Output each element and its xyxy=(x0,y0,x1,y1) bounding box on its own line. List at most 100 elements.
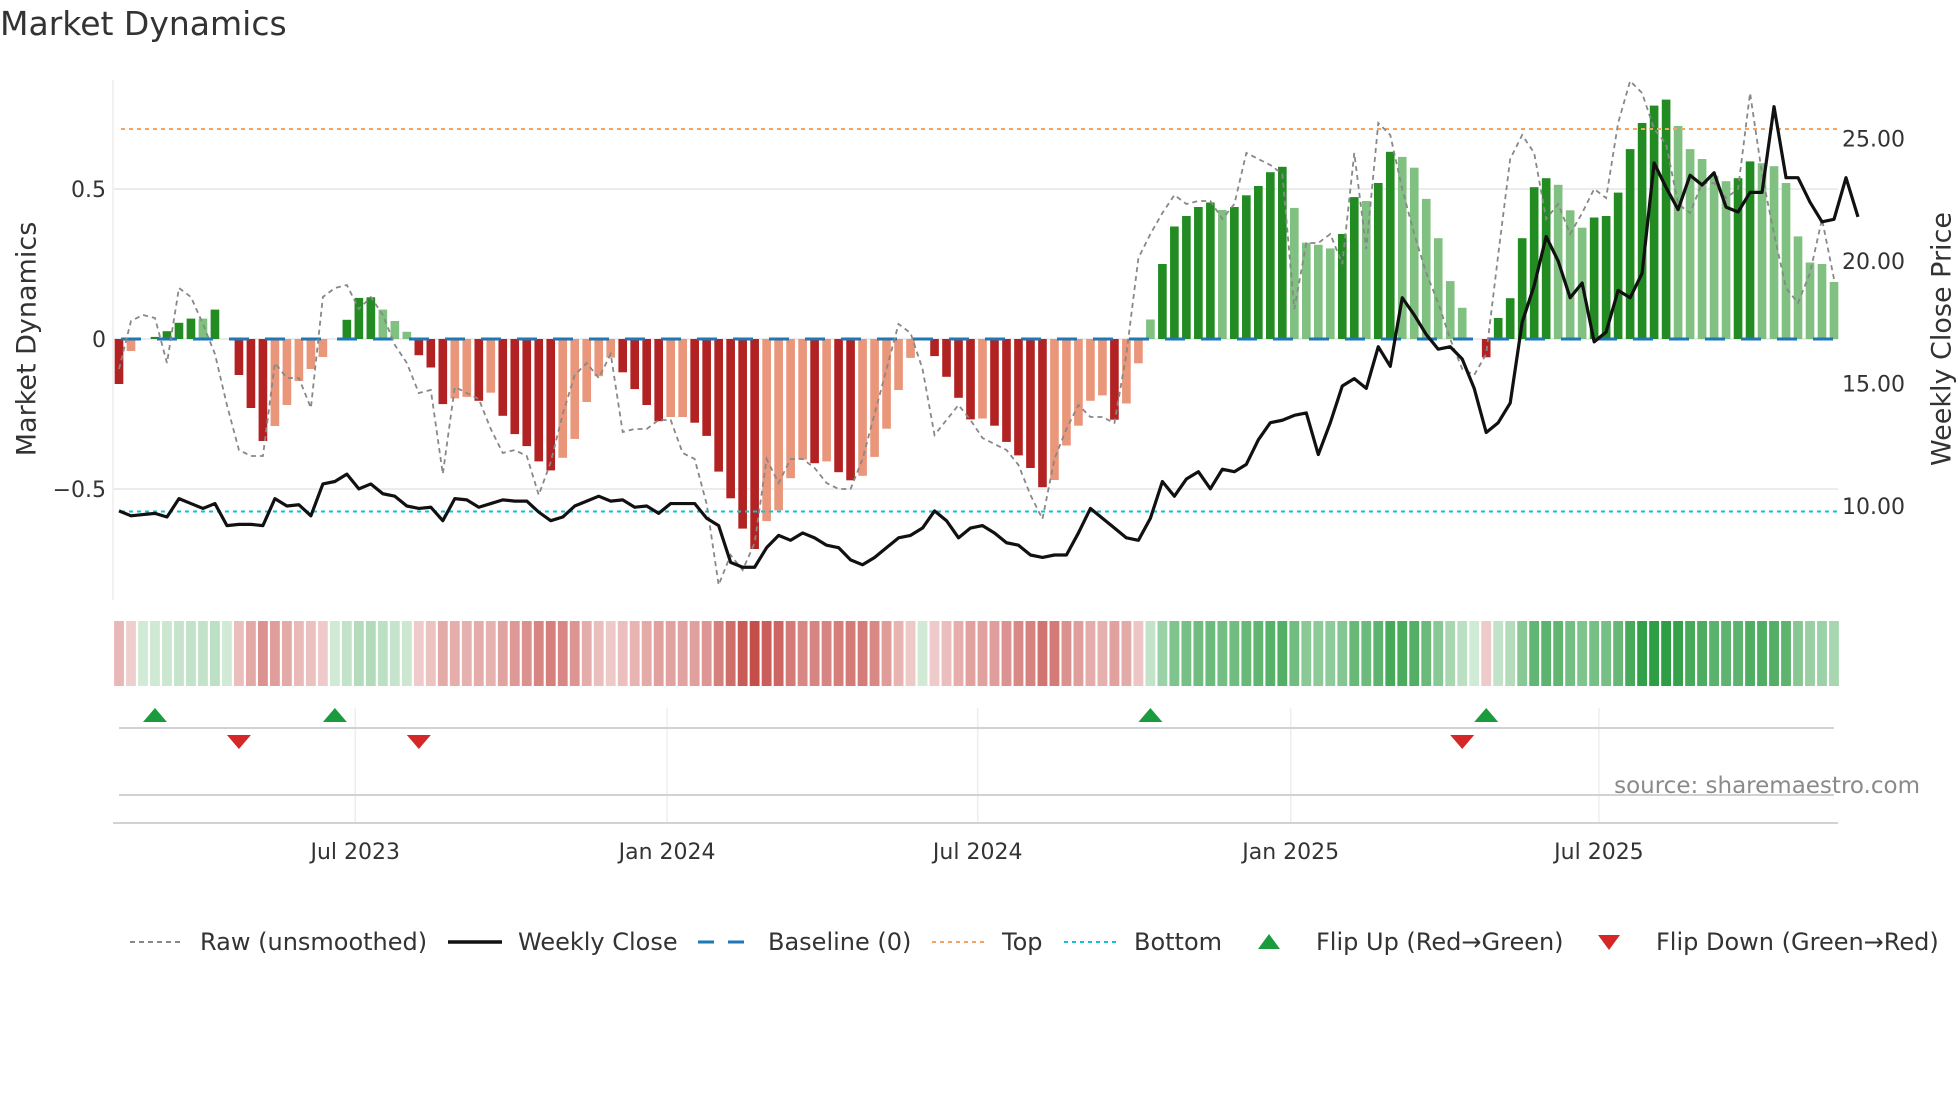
bar xyxy=(990,339,999,426)
bar xyxy=(1026,339,1035,468)
heat-cell xyxy=(1445,621,1456,686)
bar xyxy=(342,319,352,339)
bar xyxy=(258,339,268,441)
bar xyxy=(906,339,915,358)
heat-cell xyxy=(1025,621,1036,686)
bar xyxy=(642,339,652,405)
heat-cell xyxy=(1385,621,1396,686)
bar xyxy=(786,339,795,479)
bar xyxy=(1625,149,1635,339)
bar xyxy=(1649,105,1659,339)
bar xyxy=(822,339,831,462)
triangle-up-icon xyxy=(1258,934,1280,949)
bar xyxy=(1038,339,1047,488)
heat-cell xyxy=(1601,621,1612,686)
bar xyxy=(294,339,304,381)
bar xyxy=(1433,238,1443,339)
bar xyxy=(1110,339,1119,420)
heat-cell xyxy=(917,621,928,686)
heat-cell xyxy=(497,621,508,686)
x-tick-label: Jul 2023 xyxy=(308,840,400,865)
heat-cell xyxy=(869,621,880,686)
bar xyxy=(1829,282,1839,339)
flip-down-marker xyxy=(226,735,251,749)
heat-cell xyxy=(1817,621,1827,686)
bar xyxy=(1457,307,1467,339)
legend: Raw (unsmoothed) Weekly Close Baseline (… xyxy=(0,922,1960,962)
heat-cell xyxy=(1757,621,1767,686)
bar xyxy=(930,339,939,357)
heat-cell xyxy=(437,621,448,686)
heat-cell xyxy=(1529,621,1540,686)
bar xyxy=(486,339,496,393)
heat-cell xyxy=(1721,621,1731,686)
heat-cell xyxy=(1373,621,1384,686)
x-tick-label: Jan 2025 xyxy=(1240,840,1339,865)
heat-cell xyxy=(677,621,688,686)
heat-cell xyxy=(941,621,952,686)
bar xyxy=(546,339,556,471)
heat-cell xyxy=(1493,621,1504,686)
heat-cell xyxy=(665,621,676,686)
heat-cell xyxy=(1397,621,1408,686)
heat-cell xyxy=(1481,621,1492,686)
y2-tick-label: 15.00 xyxy=(1842,373,1905,398)
heat-cell xyxy=(1073,621,1084,686)
bar xyxy=(234,339,244,375)
heat-cell xyxy=(533,621,544,686)
heat-cell xyxy=(293,621,304,686)
heat-cell xyxy=(473,621,484,686)
bar xyxy=(174,322,184,339)
bar xyxy=(462,339,472,397)
heat-cell xyxy=(401,621,412,686)
heat-cell xyxy=(821,621,832,686)
bar xyxy=(1733,178,1743,339)
heat-cell xyxy=(953,621,964,686)
bar xyxy=(1337,234,1347,339)
heat-cell xyxy=(1277,621,1288,686)
bar xyxy=(978,339,987,419)
bar xyxy=(1098,339,1107,396)
bar xyxy=(1769,166,1779,339)
heat-cell xyxy=(1673,621,1684,686)
bar xyxy=(1278,166,1287,339)
legend-label: Flip Up (Red→Green) xyxy=(1316,928,1564,956)
heat-cell xyxy=(1829,621,1839,686)
bar xyxy=(414,339,424,356)
heat-cell xyxy=(1505,621,1516,686)
heat-cell xyxy=(1133,621,1144,686)
heat-cell xyxy=(1745,621,1755,686)
bar xyxy=(726,339,735,499)
heat-cell xyxy=(1625,621,1636,686)
heat-cell xyxy=(881,621,892,686)
bar xyxy=(1218,210,1227,339)
bar xyxy=(702,339,711,436)
heat-cell xyxy=(1337,621,1348,686)
heat-cell xyxy=(1457,621,1468,686)
bar xyxy=(894,339,903,390)
heat-cell xyxy=(1565,621,1576,686)
legend-label: Flip Down (Green→Red) xyxy=(1656,928,1939,956)
heat-cell xyxy=(857,621,868,686)
bar xyxy=(1781,183,1791,339)
heat-cell xyxy=(557,621,568,686)
bar xyxy=(834,339,843,473)
heat-cell xyxy=(222,621,232,686)
heat-cell xyxy=(114,621,124,686)
heat-cell xyxy=(281,621,292,686)
dotted-line-icon xyxy=(932,941,986,943)
bar xyxy=(882,339,891,429)
bar xyxy=(210,309,220,339)
heat-cell xyxy=(257,621,268,686)
bar xyxy=(666,339,675,417)
bar xyxy=(762,339,771,522)
heat-cell xyxy=(425,621,436,686)
bar xyxy=(282,339,292,405)
heat-cell xyxy=(605,621,616,686)
legend-item-bottom: Bottom xyxy=(1062,922,1222,962)
heat-cell xyxy=(1205,621,1216,686)
bar xyxy=(246,339,256,408)
legend-item-top: Top xyxy=(930,922,1043,962)
bar xyxy=(1002,339,1011,442)
bar xyxy=(630,339,640,390)
